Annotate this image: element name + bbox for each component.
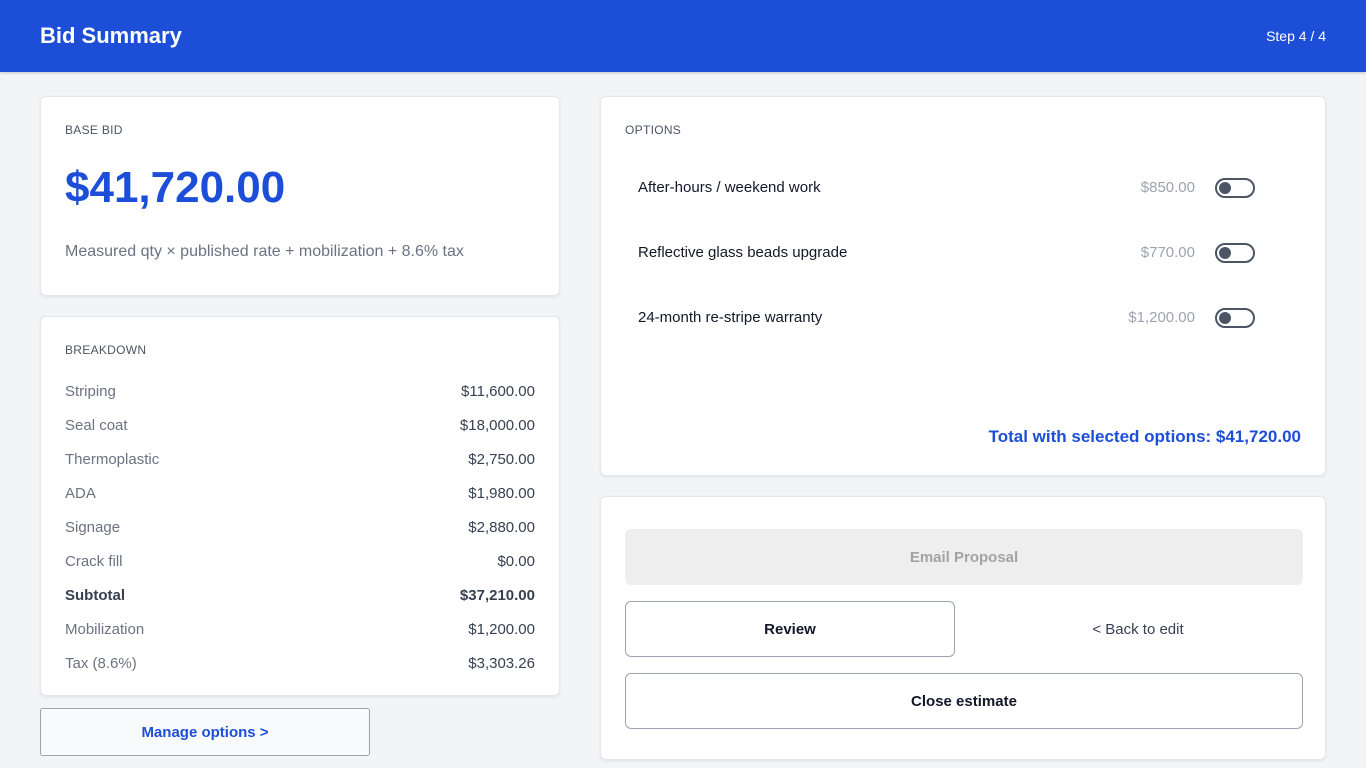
email-proposal-button[interactable]: Email Proposal bbox=[625, 529, 1303, 585]
breakdown-row-label: Subtotal bbox=[65, 587, 125, 604]
breakdown-row-label: Thermoplastic bbox=[65, 451, 160, 468]
breakdown-card: BREAKDOWN Striping $11,600.00 Seal coat … bbox=[40, 316, 560, 696]
breakdown-row-value: $2,750.00 bbox=[468, 451, 535, 468]
option-price: $850.00 bbox=[1140, 179, 1195, 196]
breakdown-row-label: ADA bbox=[65, 485, 96, 502]
breakdown-row: ADA $1,980.00 bbox=[65, 485, 535, 502]
breakdown-row: Seal coat $18,000.00 bbox=[65, 417, 535, 434]
breakdown-row: Striping $11,600.00 bbox=[65, 383, 535, 400]
breakdown-row: Signage $2,880.00 bbox=[65, 519, 535, 536]
breakdown-row: Mobilization $1,200.00 bbox=[65, 621, 535, 638]
breakdown-row-value: $1,980.00 bbox=[468, 485, 535, 502]
breakdown-label: BREAKDOWN bbox=[65, 343, 147, 357]
option-price: $1,200.00 bbox=[1128, 309, 1195, 326]
breakdown-row-label: Striping bbox=[65, 383, 116, 400]
breakdown-row-value: $0.00 bbox=[497, 553, 535, 570]
breakdown-row-label: Tax (8.6%) bbox=[65, 655, 137, 672]
manage-options-button[interactable]: Manage options > bbox=[40, 708, 370, 756]
option-toggle[interactable] bbox=[1215, 243, 1255, 263]
option-row: After-hours / weekend work $850.00 bbox=[638, 179, 1195, 196]
breakdown-row-value: $18,000.00 bbox=[459, 417, 535, 434]
page-title: Bid Summary bbox=[40, 23, 182, 48]
option-row: Reflective glass beads upgrade $770.00 bbox=[638, 244, 1195, 261]
base-bid-amount: $41,720.00 bbox=[65, 163, 286, 212]
option-toggle[interactable] bbox=[1215, 178, 1255, 198]
app-header: Bid Summary Step 4 / 4 bbox=[0, 0, 1366, 72]
options-label: OPTIONS bbox=[625, 123, 682, 137]
breakdown-row-value: $3,303.26 bbox=[468, 655, 535, 672]
breakdown-row: Tax (8.6%) $3,303.26 bbox=[65, 655, 535, 672]
toggle-knob bbox=[1219, 312, 1231, 324]
base-bid-card: BASE BID $41,720.00 Measured qty × publi… bbox=[40, 96, 560, 296]
options-total: Total with selected options: $41,720.00 bbox=[988, 427, 1301, 446]
breakdown-row-value: $1,200.00 bbox=[468, 621, 535, 638]
breakdown-row-label: Crack fill bbox=[65, 553, 123, 570]
breakdown-row-label: Mobilization bbox=[65, 621, 145, 638]
breakdown-subtotal-row: Subtotal $37,210.00 bbox=[65, 587, 535, 604]
options-card: OPTIONS After-hours / weekend work $850.… bbox=[600, 96, 1326, 476]
breakdown-row-value: $2,880.00 bbox=[468, 519, 535, 536]
actions-card: Email Proposal Review < Back to edit Clo… bbox=[600, 496, 1326, 760]
option-label: Reflective glass beads upgrade bbox=[638, 244, 848, 261]
review-button[interactable]: Review bbox=[625, 601, 955, 657]
option-toggle[interactable] bbox=[1215, 308, 1255, 328]
option-price: $770.00 bbox=[1140, 244, 1195, 261]
option-label: 24-month re-stripe warranty bbox=[638, 309, 823, 326]
breakdown-row-value: $37,210.00 bbox=[459, 587, 535, 604]
base-bid-label: BASE BID bbox=[65, 123, 123, 137]
breakdown-row: Crack fill $0.00 bbox=[65, 553, 535, 570]
breakdown-row-label: Seal coat bbox=[65, 417, 128, 434]
option-label: After-hours / weekend work bbox=[638, 179, 821, 196]
back-to-edit-link[interactable]: < Back to edit bbox=[973, 601, 1303, 657]
breakdown-row-value: $11,600.00 bbox=[461, 383, 535, 400]
toggle-knob bbox=[1219, 247, 1231, 259]
base-bid-description: Measured qty × published rate + mobiliza… bbox=[65, 243, 464, 260]
breakdown-row-label: Signage bbox=[65, 519, 121, 536]
toggle-knob bbox=[1219, 182, 1231, 194]
step-indicator: Step 4 / 4 bbox=[1266, 28, 1326, 44]
option-row: 24-month re-stripe warranty $1,200.00 bbox=[638, 309, 1195, 326]
close-estimate-button[interactable]: Close estimate bbox=[625, 673, 1303, 729]
breakdown-row: Thermoplastic $2,750.00 bbox=[65, 451, 535, 468]
